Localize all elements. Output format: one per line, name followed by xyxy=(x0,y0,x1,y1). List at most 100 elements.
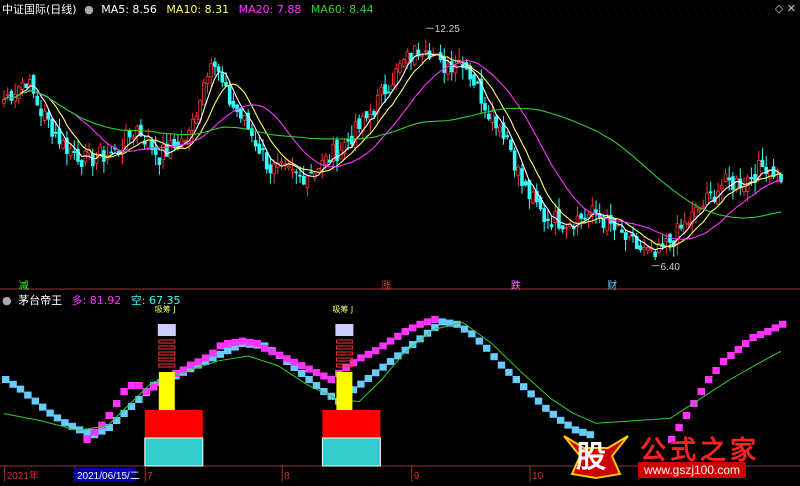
bull-step xyxy=(742,340,750,347)
bear-step xyxy=(98,427,106,435)
candle-body xyxy=(505,135,509,138)
bull-step xyxy=(697,388,705,395)
candle-body xyxy=(386,91,391,94)
bull-step xyxy=(120,388,128,395)
candle-body xyxy=(497,126,502,133)
box-signal-red xyxy=(144,410,203,438)
bull-step xyxy=(290,358,298,366)
candle-body xyxy=(549,224,554,228)
candle-body xyxy=(290,168,295,172)
candle-body xyxy=(620,229,624,233)
candle-body xyxy=(42,110,47,122)
bear-step xyxy=(61,419,69,427)
candle-body xyxy=(642,247,646,250)
bull-step xyxy=(327,376,335,383)
bear-step xyxy=(9,380,17,388)
signal-label: 减 xyxy=(19,280,29,292)
candle-body xyxy=(116,150,121,153)
bear-step xyxy=(475,337,483,345)
bear-step xyxy=(534,397,543,405)
x-axis-label: 9 xyxy=(414,471,420,482)
bull-step xyxy=(357,354,365,362)
candle-body xyxy=(664,238,669,243)
box-signal-ladder xyxy=(158,357,176,362)
bull-step xyxy=(246,338,254,346)
candle-body xyxy=(261,148,265,151)
watermark-url: www.gszj100.com xyxy=(638,462,747,478)
candle-body xyxy=(646,247,650,251)
collapse-icon[interactable]: ◇ xyxy=(775,2,783,15)
box-signal-ladder xyxy=(158,345,176,350)
candle-body xyxy=(79,160,84,168)
box-signal-yellow xyxy=(158,372,175,410)
candle-body xyxy=(423,50,428,53)
close-icon[interactable]: ✕ xyxy=(787,2,796,15)
candle-body xyxy=(91,153,95,167)
candle-body xyxy=(708,191,713,194)
bull-step xyxy=(712,367,720,374)
bull-step xyxy=(268,348,276,356)
candle-body xyxy=(94,157,99,164)
candle-body xyxy=(264,152,269,170)
candle-body xyxy=(28,78,32,86)
candle-body xyxy=(383,84,387,95)
watermark: 股 公式之家 www.gszj100.com xyxy=(560,430,800,482)
bull-step xyxy=(127,382,136,389)
candlestick-chart[interactable]: 12.256.40减涨跌财吸筹 J 吸筹 J2021年 2021/06/15/二 7 8… xyxy=(0,0,800,482)
bull-step xyxy=(416,320,424,328)
candle-body xyxy=(294,171,299,174)
bull-step xyxy=(431,316,439,323)
candle-body xyxy=(190,118,195,131)
bear-step xyxy=(357,380,365,388)
box-signal-ladder xyxy=(335,351,353,356)
box-signal-ladder xyxy=(158,363,176,368)
bull-step xyxy=(283,355,291,363)
candle-body xyxy=(83,150,88,163)
candle-body xyxy=(523,181,528,186)
bear-step xyxy=(105,424,113,431)
bull-step xyxy=(90,428,99,436)
candle-body xyxy=(309,171,313,174)
bull-step xyxy=(135,382,143,389)
bull-step xyxy=(312,369,321,377)
candle-body xyxy=(287,165,291,169)
x-axis-label: 2021年 xyxy=(7,469,39,482)
bear-step xyxy=(39,403,47,411)
bull-step xyxy=(231,338,239,346)
candle-body xyxy=(54,131,58,134)
bull-step xyxy=(364,350,372,358)
bear-step xyxy=(120,410,128,417)
candle-body xyxy=(542,208,546,223)
bear-step xyxy=(46,409,54,417)
candle-body xyxy=(24,83,28,88)
bear-step xyxy=(53,414,62,422)
bull-step xyxy=(394,332,402,340)
bull-step xyxy=(305,365,313,373)
bear-step xyxy=(127,403,136,410)
candle-body xyxy=(220,73,225,83)
candle-body xyxy=(157,157,162,166)
candle-body xyxy=(46,112,51,120)
bull-step xyxy=(194,358,202,366)
bull-step xyxy=(386,337,395,345)
bear-step xyxy=(564,421,572,429)
box-signal-yellow xyxy=(336,372,353,410)
box-signal-ladder xyxy=(158,351,176,356)
bear-step xyxy=(2,376,10,383)
bull-value: 多: 81.92 xyxy=(71,294,122,307)
settings-icon[interactable]: ● xyxy=(84,3,94,16)
bull-step xyxy=(749,334,757,341)
candle-body xyxy=(583,217,587,220)
candle-body xyxy=(720,184,724,190)
candle-body xyxy=(531,191,535,204)
ma5-legend: MA5: 8.56 xyxy=(101,3,157,16)
candle-body xyxy=(61,140,65,149)
candle-body xyxy=(512,150,517,171)
candle-body xyxy=(349,135,354,145)
settings-icon[interactable]: ● xyxy=(2,294,12,307)
candle-body xyxy=(494,116,498,129)
bear-step xyxy=(305,376,313,383)
candle-body xyxy=(546,218,550,221)
box-signal-cap xyxy=(335,324,354,336)
bull-step xyxy=(253,340,261,347)
